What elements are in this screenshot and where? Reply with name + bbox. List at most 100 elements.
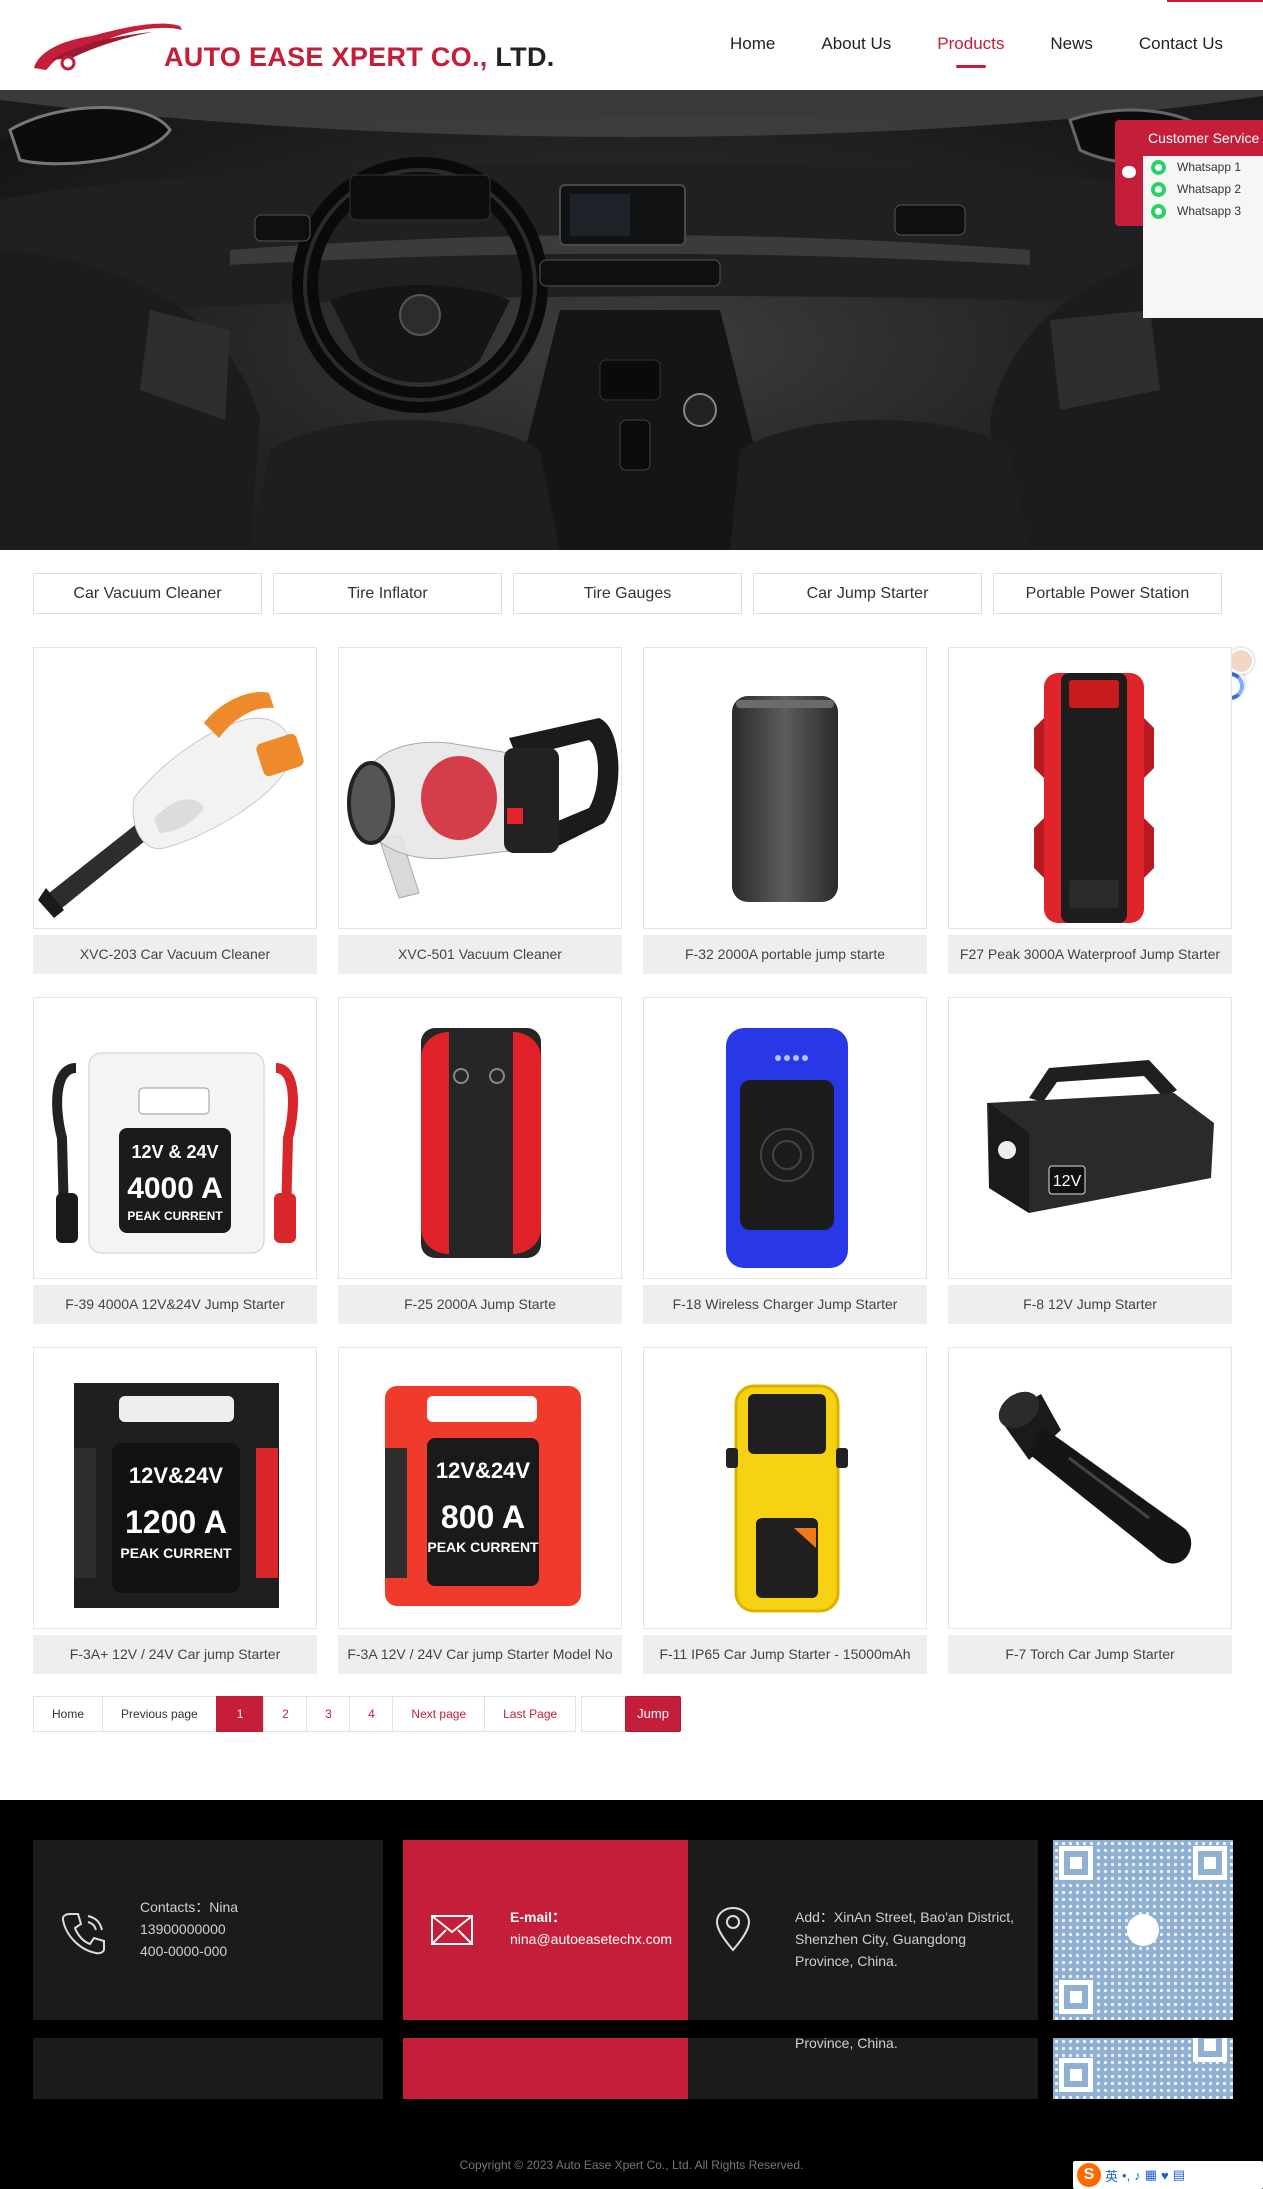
- jump-starter-black-case-icon: 12V&24V 1200 A PEAK CURRENT: [74, 1383, 279, 1608]
- car-interior-illustration: [0, 90, 1263, 550]
- microphone-icon[interactable]: ♪: [1134, 2168, 1141, 2183]
- customer-service-title: Customer Service: [1143, 120, 1263, 156]
- jump-starter-handle-icon: 12V: [987, 1060, 1214, 1213]
- keyboard-icon[interactable]: ▦: [1145, 2167, 1157, 2183]
- product-card[interactable]: XVC-501 Vacuum Cleaner: [338, 647, 622, 974]
- pagination-page-4[interactable]: 4: [349, 1696, 394, 1732]
- category-tire-inflator[interactable]: Tire Inflator: [273, 573, 502, 614]
- whatsapp-icon: [1151, 204, 1166, 219]
- flashlight-icon: [998, 1391, 1192, 1564]
- product-name: F27 Peak 3000A Waterproof Jump Starter: [948, 935, 1232, 974]
- site-logo[interactable]: AUTO EASE XPERT CO., LTD.: [32, 16, 555, 76]
- customer-service-panel: Customer Service Whatsapp 1 Whatsapp 2 W…: [1115, 120, 1263, 318]
- location-pin-icon: [715, 1906, 751, 1952]
- nav-products[interactable]: Products: [937, 0, 1004, 90]
- jump-starter-blue-icon: [726, 1028, 848, 1268]
- logo-wordmark: AUTO EASE XPERT CO., LTD.: [164, 42, 555, 72]
- mail-icon: [431, 1915, 473, 1945]
- product-image: [33, 647, 317, 929]
- skin-icon[interactable]: ♥: [1161, 2168, 1169, 2183]
- product-image: [643, 997, 927, 1279]
- phone-icon: [61, 1913, 105, 1955]
- product-card[interactable]: 12V F-8 12V Jump Starter: [948, 997, 1232, 1324]
- product-image: 12V&24V 800 A PEAK CURRENT: [338, 1347, 622, 1629]
- nav-home[interactable]: Home: [730, 0, 775, 90]
- whatsapp-link-3[interactable]: Whatsapp 3: [1143, 200, 1263, 222]
- pagination: Home Previous page 1 2 3 4 Next page Las…: [33, 1696, 681, 1732]
- site-footer: Contacts：Nina 13900000000 400-0000-000 E…: [0, 1800, 1263, 2189]
- customer-service-box: Customer Service Whatsapp 1 Whatsapp 2 W…: [1143, 120, 1263, 318]
- footer-email-box-duplicate: [403, 2038, 688, 2099]
- page-jump-button[interactable]: Jump: [625, 1696, 681, 1732]
- product-label-text: 12V & 24V: [131, 1142, 218, 1162]
- chat-bubble-icon: [1122, 166, 1136, 178]
- handheld-vacuum-red-icon: [347, 718, 619, 899]
- address-overflow-text: Province, China.: [795, 2035, 898, 2051]
- product-name: F-3A+ 12V / 24V Car jump Starter: [33, 1635, 317, 1674]
- product-card[interactable]: F27 Peak 3000A Waterproof Jump Starter: [948, 647, 1232, 974]
- product-label-text: 12V&24V: [129, 1463, 224, 1488]
- customer-service-toggle[interactable]: [1115, 120, 1143, 226]
- product-name: F-25 2000A Jump Starte: [338, 1285, 622, 1324]
- pagination-home[interactable]: Home: [33, 1696, 104, 1732]
- product-card[interactable]: F-7 Torch Car Jump Starter: [948, 1347, 1232, 1674]
- product-card[interactable]: F-11 IP65 Car Jump Starter - 15000mAh: [643, 1347, 927, 1674]
- category-tire-gauges[interactable]: Tire Gauges: [513, 573, 742, 614]
- nav-contact-us[interactable]: Contact Us: [1139, 0, 1223, 90]
- product-card[interactable]: F-25 2000A Jump Starte: [338, 997, 622, 1324]
- product-label-text: 12V: [1053, 1173, 1082, 1190]
- category-car-jump-starter[interactable]: Car Jump Starter: [753, 573, 982, 614]
- jump-starter-black-red-icon: [421, 1028, 541, 1258]
- product-image: [643, 1347, 927, 1629]
- contact-hotline[interactable]: 400-0000-000: [140, 1940, 238, 1962]
- wechat-qr-code: [1053, 1840, 1233, 2020]
- punctuation-icon[interactable]: •,: [1122, 2168, 1130, 2183]
- pagination-page-3[interactable]: 3: [306, 1696, 351, 1732]
- nav-about-us[interactable]: About Us: [821, 0, 891, 90]
- product-card[interactable]: 12V&24V 800 A PEAK CURRENT F-3A 12V / 24…: [338, 1347, 622, 1674]
- product-name: F-8 12V Jump Starter: [948, 1285, 1232, 1324]
- whatsapp-icon: [1151, 182, 1166, 197]
- contact-name: Contacts：Nina: [140, 1899, 239, 1915]
- email-address[interactable]: nina@autoeasetechx.com: [510, 1928, 672, 1950]
- product-image: [338, 647, 622, 929]
- pagination-previous[interactable]: Previous page: [102, 1696, 217, 1732]
- product-name: F-39 4000A 12V&24V Jump Starter: [33, 1285, 317, 1324]
- product-card[interactable]: XVC-203 Car Vacuum Cleaner: [33, 647, 317, 974]
- product-name: F-11 IP65 Car Jump Starter - 15000mAh: [643, 1635, 927, 1674]
- whatsapp-label: Whatsapp 2: [1177, 182, 1242, 196]
- pagination-next[interactable]: Next page: [392, 1696, 486, 1732]
- ime-language-label[interactable]: 英: [1105, 2166, 1118, 2185]
- hero-banner-car-interior: [0, 90, 1263, 550]
- footer-address-box-duplicate: Province, China.: [688, 2035, 1038, 2099]
- category-portable-power-station[interactable]: Portable Power Station: [993, 573, 1222, 614]
- email-label: E-mail：: [510, 1909, 567, 1925]
- pagination-page-1[interactable]: 1: [215, 1696, 265, 1732]
- product-label-text: 4000 A: [127, 1172, 223, 1205]
- product-card[interactable]: 12V & 24V 4000 A PEAK CURRENT F-39 4000A…: [33, 997, 317, 1324]
- nav-news[interactable]: News: [1050, 0, 1093, 90]
- footer-contacts-box: Contacts：Nina 13900000000 400-0000-000: [33, 1840, 383, 2020]
- product-name: F-32 2000A portable jump starte: [643, 935, 927, 974]
- pagination-last[interactable]: Last Page: [484, 1696, 577, 1732]
- product-label-text: 800 A: [441, 1499, 525, 1535]
- pagination-page-2[interactable]: 2: [263, 1696, 308, 1732]
- category-car-vacuum-cleaner[interactable]: Car Vacuum Cleaner: [33, 573, 262, 614]
- product-card[interactable]: F-18 Wireless Charger Jump Starter: [643, 997, 927, 1324]
- whatsapp-link-2[interactable]: Whatsapp 2: [1143, 178, 1263, 200]
- whatsapp-link-1[interactable]: Whatsapp 1: [1143, 156, 1263, 178]
- product-name: XVC-203 Car Vacuum Cleaner: [33, 935, 317, 974]
- jump-starter-red-case-icon: 12V&24V 800 A PEAK CURRENT: [385, 1386, 581, 1606]
- product-card[interactable]: F-32 2000A portable jump starte: [643, 647, 927, 974]
- product-image: [948, 647, 1232, 929]
- footer-address-box: Add：XinAn Street, Bao'an District, Shenz…: [688, 1840, 1038, 2020]
- toolbox-icon[interactable]: ▤: [1173, 2167, 1185, 2183]
- jump-starter-yellow-icon: [726, 1384, 848, 1613]
- whatsapp-icon: [1151, 160, 1166, 175]
- page-jump-input[interactable]: [581, 1696, 627, 1732]
- product-image: 12V: [948, 997, 1232, 1279]
- product-card[interactable]: 12V&24V 1200 A PEAK CURRENT F-3A+ 12V / …: [33, 1347, 317, 1674]
- contact-phone[interactable]: 13900000000: [140, 1918, 238, 1940]
- main-nav: Home About Us Products News Contact Us: [684, 0, 1223, 90]
- ime-toolbar[interactable]: S 英 •, ♪ ▦ ♥ ▤: [1073, 2161, 1263, 2189]
